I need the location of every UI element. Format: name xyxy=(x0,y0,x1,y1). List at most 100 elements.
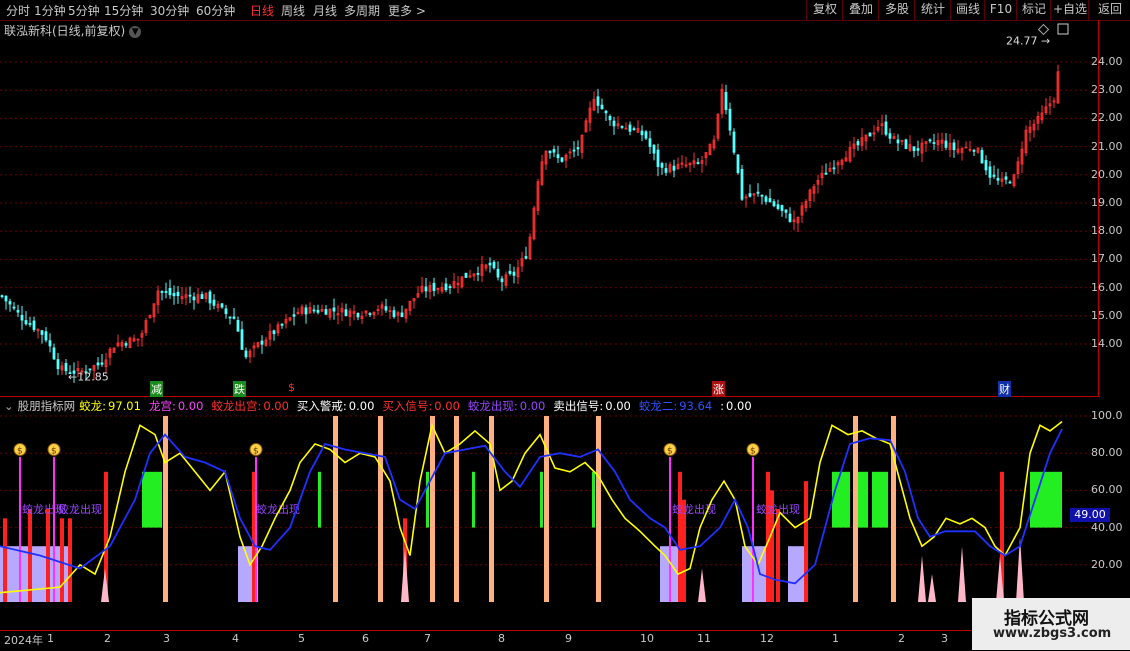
candle-body xyxy=(652,144,656,154)
period-tab-9[interactable]: 多周期 xyxy=(344,2,380,19)
date-tick-label: 12 xyxy=(760,632,774,645)
candle-body xyxy=(756,191,760,194)
toolbar-button-5[interactable]: F10 xyxy=(984,0,1017,20)
event-marker[interactable]: 涨 xyxy=(712,381,725,397)
price-tick-label: 24.00 xyxy=(1091,55,1123,68)
candle-body xyxy=(576,147,580,150)
period-tab-4[interactable]: 30分钟 xyxy=(150,2,189,19)
candle-body xyxy=(8,301,12,305)
period-tab-8[interactable]: 月线 xyxy=(313,2,337,19)
green-signal-block xyxy=(858,471,868,528)
buy-signal-spike xyxy=(68,518,72,602)
date-tick-label: 6 xyxy=(362,632,369,645)
pane-divider[interactable] xyxy=(0,396,1100,397)
candle-body xyxy=(604,110,608,114)
indicator-tick-label: 100.0 xyxy=(1091,409,1123,422)
candle-body xyxy=(272,330,276,335)
toolbar-button-8[interactable]: 返回 xyxy=(1088,0,1130,20)
candle-body xyxy=(660,163,664,168)
indicator-chart[interactable]: $ $ $ $ $蛟龙出现蛟龙出现 蛟龙出现 蛟龙出现 蛟龙出现 xyxy=(0,400,1098,630)
candle-body xyxy=(856,141,860,146)
candle-body xyxy=(384,306,388,311)
candle-body xyxy=(772,201,776,207)
candle-body xyxy=(916,148,920,151)
pink-spike xyxy=(958,546,966,602)
money-bag-glyph: $ xyxy=(750,446,756,456)
event-marker[interactable]: 跌 xyxy=(233,381,246,397)
candle-body xyxy=(572,149,576,152)
period-tab-6[interactable]: 日线 xyxy=(250,2,274,19)
candle-body xyxy=(760,194,764,197)
pink-spike xyxy=(401,546,409,602)
candle-body xyxy=(988,166,992,178)
toolbar-button-6[interactable]: 标记 xyxy=(1016,0,1051,20)
candle-body xyxy=(312,309,316,312)
candle-body xyxy=(728,108,732,131)
period-tab-5[interactable]: 60分钟 xyxy=(196,2,235,19)
candle-body xyxy=(556,154,560,159)
candle-body xyxy=(524,256,528,259)
candle-body xyxy=(620,126,624,128)
indicator-tick-label: 80.00 xyxy=(1091,446,1123,460)
period-tab-10[interactable]: 更多 > xyxy=(388,2,426,19)
price-tick-label: 21.00 xyxy=(1091,139,1123,153)
candle-body xyxy=(608,116,612,121)
candle-body xyxy=(488,262,492,266)
date-tick-label: 3 xyxy=(941,632,948,645)
toolbar-button-2[interactable]: 多股 xyxy=(878,0,915,20)
candle-body xyxy=(44,331,48,341)
date-tick-label: 2 xyxy=(898,632,905,645)
toolbar-button-1[interactable]: 叠加 xyxy=(842,0,879,20)
buy-signal-spike xyxy=(678,471,682,602)
candle-body xyxy=(280,323,284,326)
toolbar-button-3[interactable]: 统计 xyxy=(914,0,951,20)
candle-body xyxy=(912,146,916,152)
candle-body xyxy=(500,278,504,283)
date-tick-label: 1 xyxy=(47,632,54,645)
candle-body xyxy=(20,314,24,321)
candle-body xyxy=(724,91,728,110)
period-tab-2[interactable]: 5分钟 xyxy=(68,2,100,19)
candle-body xyxy=(316,309,320,313)
sell-signal-bar xyxy=(333,416,338,602)
green-signal-bar xyxy=(426,471,429,528)
event-marker[interactable]: $ xyxy=(287,381,296,394)
period-tab-7[interactable]: 周线 xyxy=(281,2,305,19)
candle-body xyxy=(972,149,976,152)
candle-body xyxy=(1004,176,1008,180)
watermark-url: www.zbgs3.com xyxy=(993,626,1112,641)
candle-body xyxy=(980,150,984,164)
date-tick-label: 11 xyxy=(697,632,711,645)
toolbar-button-4[interactable]: 画线 xyxy=(950,0,985,20)
candle-body xyxy=(52,347,56,360)
candlestick-chart[interactable]: 24.77 → ←12.85 xyxy=(0,20,1098,396)
candle-body xyxy=(220,303,224,308)
candle-body xyxy=(600,104,604,110)
candle-body xyxy=(392,310,396,317)
candle-body xyxy=(732,131,736,153)
candle-body xyxy=(548,150,552,154)
money-bag-glyph: $ xyxy=(17,446,23,456)
period-tab-3[interactable]: 15分钟 xyxy=(104,2,143,19)
buy-signal-spike xyxy=(60,518,64,602)
candle-body xyxy=(24,320,28,325)
signal-label: 蛟龙出现 xyxy=(756,502,800,516)
price-tick-label: 17.00 xyxy=(1091,252,1123,266)
toolbar-button-7[interactable]: +自选 xyxy=(1050,0,1089,20)
green-signal-block xyxy=(872,471,888,528)
candle-body xyxy=(4,295,8,302)
period-tab-1[interactable]: 1分钟 xyxy=(34,2,66,19)
candle-body xyxy=(896,139,900,144)
candle-body xyxy=(200,294,204,299)
candle-body xyxy=(64,363,68,372)
candle-body xyxy=(632,128,636,131)
sell-signal-bar xyxy=(853,416,858,602)
event-marker[interactable]: 减 xyxy=(150,381,163,397)
event-marker[interactable]: 财 xyxy=(998,381,1011,397)
candle-body xyxy=(368,313,372,315)
money-bag-glyph: $ xyxy=(51,446,57,456)
candle-body xyxy=(356,313,360,318)
period-tab-0[interactable]: 分时 xyxy=(6,2,30,19)
candle-body xyxy=(172,292,176,297)
toolbar-button-0[interactable]: 复权 xyxy=(806,0,843,20)
